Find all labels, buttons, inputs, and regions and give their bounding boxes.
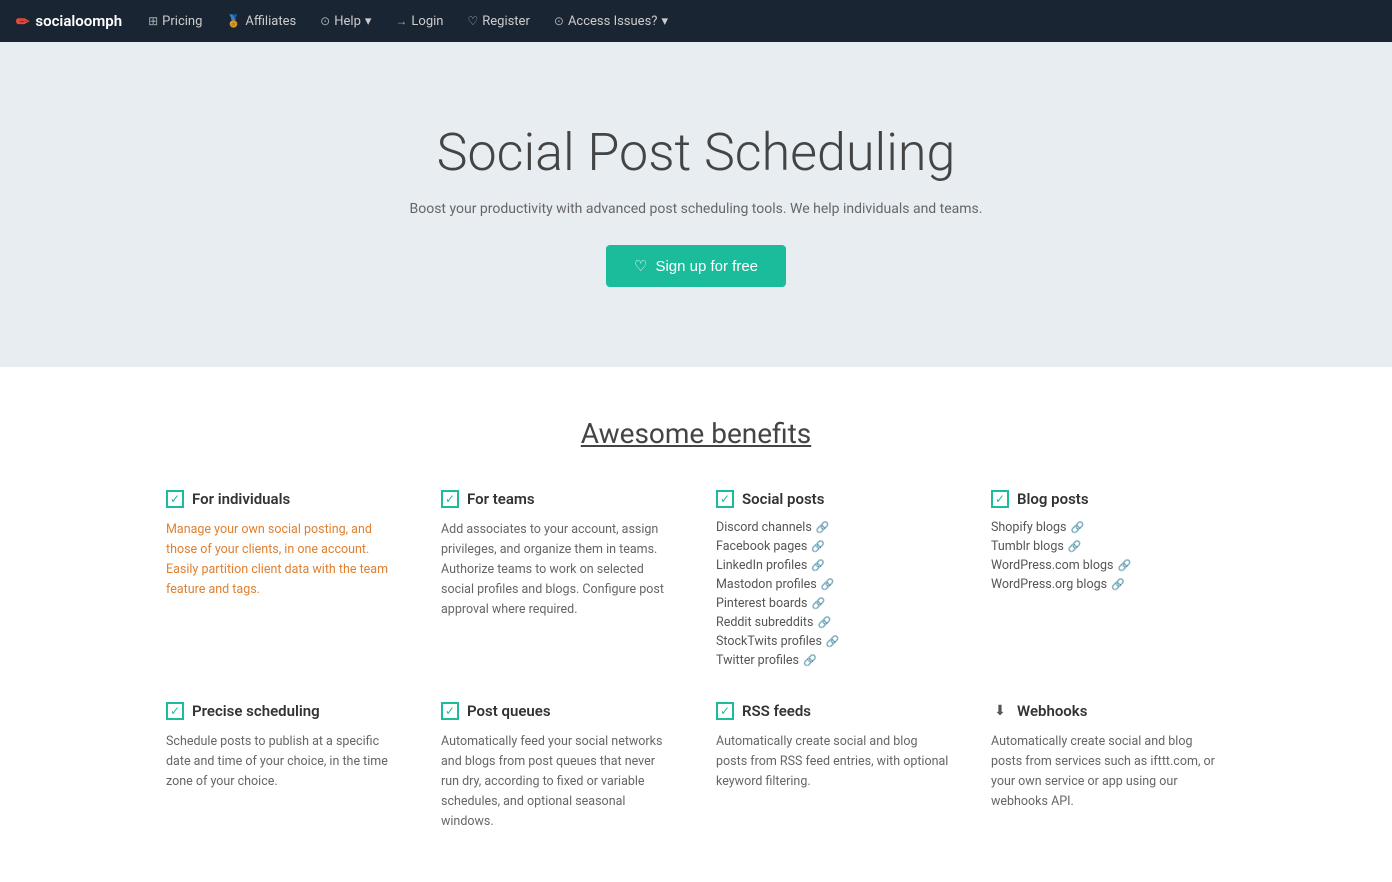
check-icon-social-posts: ✓ xyxy=(716,490,734,508)
benefit-title-social-posts: Social posts xyxy=(742,490,824,508)
hero-section: Social Post Scheduling Boost your produc… xyxy=(0,42,1392,367)
benefit-card-post-queues: ✓ Post queues Automatically feed your soci… xyxy=(441,702,676,832)
link-icon: 🔗 xyxy=(811,559,825,572)
check-icon-teams: ✓ xyxy=(441,490,459,508)
link-icon: 🔗 xyxy=(1071,521,1085,534)
benefits-grid: ✓ For individuals Manage your own social p… xyxy=(166,490,1226,832)
list-item: LinkedIn profiles 🔗 xyxy=(716,558,951,573)
nav-register[interactable]: ♡ Register xyxy=(457,10,539,33)
list-item: Facebook pages 🔗 xyxy=(716,539,951,554)
nav-help-label: Help xyxy=(334,14,361,29)
benefit-desc-webhooks: Automatically create social and blog pos… xyxy=(991,732,1226,812)
signup-button[interactable]: ♡ Sign up for free xyxy=(606,245,786,287)
link-icon: 🔗 xyxy=(817,616,831,629)
signup-label: Sign up for free xyxy=(655,258,758,275)
signup-icon: ♡ xyxy=(634,257,647,275)
benefit-desc-rss-feeds: Automatically create social and blog pos… xyxy=(716,732,951,792)
register-icon: ♡ xyxy=(467,14,478,28)
benefit-desc-individuals: Manage your own social posting, and thos… xyxy=(166,520,401,600)
help-dropdown-icon: ▾ xyxy=(365,14,372,29)
benefit-card-individuals: ✓ For individuals Manage your own social p… xyxy=(166,490,401,672)
check-icon-rss-feeds: ✓ xyxy=(716,702,734,720)
list-item: Tumblr blogs 🔗 xyxy=(991,539,1226,554)
help-icon: ⊙ xyxy=(320,14,330,28)
benefit-card-teams: ✓ For teams Add associates to your account… xyxy=(441,490,676,672)
benefit-list-social-posts: Discord channels 🔗 Facebook pages 🔗 Linked… xyxy=(716,520,951,668)
benefits-section: Awesome benefits ✓ For individuals Manage … xyxy=(146,367,1246,882)
benefit-title-blog-posts: Blog posts xyxy=(1017,490,1089,508)
link-icon: 🔗 xyxy=(1068,540,1082,553)
hero-subtitle: Boost your productivity with advanced po… xyxy=(410,201,983,217)
pricing-icon: ⊞ xyxy=(148,14,158,28)
benefit-title-individuals: For individuals xyxy=(192,490,290,508)
nav-pricing-label: Pricing xyxy=(162,14,202,29)
nav-register-label: Register xyxy=(482,14,530,29)
nav-pricing[interactable]: ⊞ Pricing xyxy=(138,10,212,33)
check-icon-post-queues: ✓ xyxy=(441,702,459,720)
main-nav: ✏ socialoomph ⊞ Pricing 🏅 Affiliates ⊙ H… xyxy=(0,0,1392,42)
access-icon: ⊙ xyxy=(554,14,564,28)
list-item: Shopify blogs 🔗 xyxy=(991,520,1226,535)
nav-login[interactable]: → Login xyxy=(385,10,453,33)
benefit-desc-teams: Add associates to your account, assign p… xyxy=(441,520,676,620)
list-item: Discord channels 🔗 xyxy=(716,520,951,535)
list-item: Pinterest boards 🔗 xyxy=(716,596,951,611)
brand-icon: ✏ xyxy=(16,12,29,31)
list-item: WordPress.org blogs 🔗 xyxy=(991,577,1226,592)
list-item: Mastodon profiles 🔗 xyxy=(716,577,951,592)
link-icon: 🔗 xyxy=(1111,578,1125,591)
affiliates-icon: 🏅 xyxy=(226,14,241,28)
link-icon: 🔗 xyxy=(812,597,826,610)
brand-name: socialoomph xyxy=(35,12,122,30)
check-icon-blog-posts: ✓ xyxy=(991,490,1009,508)
webhook-icon: ⬇ xyxy=(991,702,1009,720)
login-icon: → xyxy=(395,14,407,28)
nav-access[interactable]: ⊙ Access Issues? ▾ xyxy=(544,10,678,33)
link-icon: 🔗 xyxy=(811,540,825,553)
benefit-title-teams: For teams xyxy=(467,490,535,508)
benefit-title-rss-feeds: RSS feeds xyxy=(742,702,811,720)
list-item: Twitter profiles 🔗 xyxy=(716,653,951,668)
nav-login-label: Login xyxy=(411,14,443,29)
benefit-card-social-posts: ✓ Social posts Discord channels 🔗 Facebook … xyxy=(716,490,951,672)
benefit-desc-precise-scheduling: Schedule posts to publish at a specific … xyxy=(166,732,401,792)
benefit-list-blog-posts: Shopify blogs 🔗 Tumblr blogs 🔗 WordPress.c… xyxy=(991,520,1226,592)
link-icon: 🔗 xyxy=(826,635,840,648)
brand-logo[interactable]: ✏ socialoomph xyxy=(16,12,122,31)
nav-affiliates[interactable]: 🏅 Affiliates xyxy=(216,10,306,33)
benefit-card-blog-posts: ✓ Blog posts Shopify blogs 🔗 Tumblr blogs 🔗… xyxy=(991,490,1226,672)
access-dropdown-icon: ▾ xyxy=(661,14,668,29)
benefit-card-rss-feeds: ✓ RSS feeds Automatically create social an… xyxy=(716,702,951,832)
benefit-title-webhooks: Webhooks xyxy=(1017,702,1087,720)
benefit-desc-post-queues: Automatically feed your social networks … xyxy=(441,732,676,832)
nav-affiliates-label: Affiliates xyxy=(245,14,296,29)
nav-access-label: Access Issues? xyxy=(568,14,658,29)
list-item: StockTwits profiles 🔗 xyxy=(716,634,951,649)
hero-title: Social Post Scheduling xyxy=(437,122,956,183)
check-icon-precise-scheduling: ✓ xyxy=(166,702,184,720)
link-icon: 🔗 xyxy=(821,578,835,591)
benefit-card-webhooks: ⬇ Webhooks Automatically create social and… xyxy=(991,702,1226,832)
link-icon: 🔗 xyxy=(1117,559,1131,572)
check-icon-individuals: ✓ xyxy=(166,490,184,508)
benefits-title: Awesome benefits xyxy=(166,417,1226,450)
list-item: Reddit subreddits 🔗 xyxy=(716,615,951,630)
list-item: WordPress.com blogs 🔗 xyxy=(991,558,1226,573)
benefit-card-precise-scheduling: ✓ Precise scheduling Schedule posts to pub… xyxy=(166,702,401,832)
link-icon: 🔗 xyxy=(803,654,817,667)
nav-help[interactable]: ⊙ Help ▾ xyxy=(310,10,381,33)
benefit-title-post-queues: Post queues xyxy=(467,702,551,720)
benefit-title-precise-scheduling: Precise scheduling xyxy=(192,702,320,720)
link-icon: 🔗 xyxy=(816,521,830,534)
